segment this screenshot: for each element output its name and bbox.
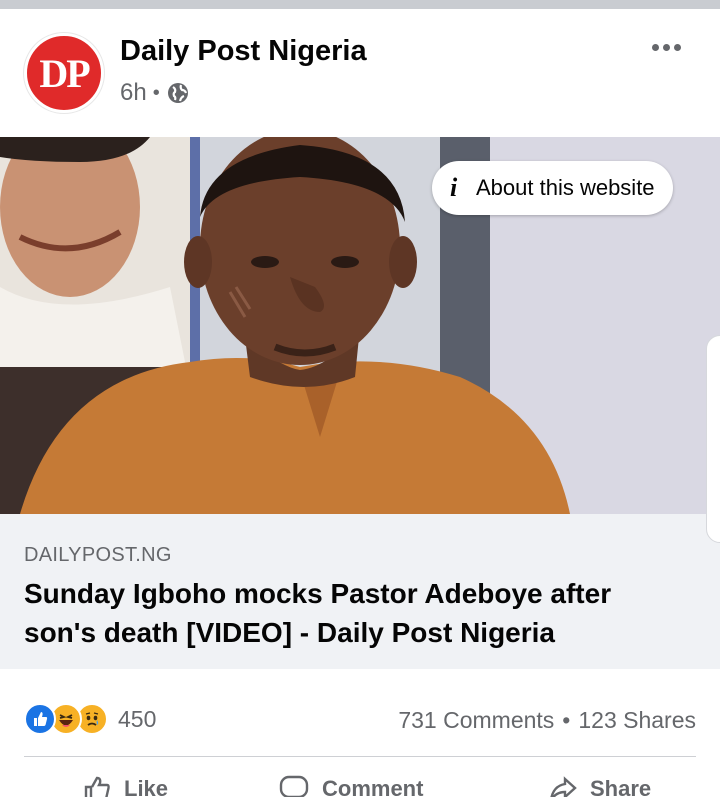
side-scroll-handle[interactable] [706,335,720,543]
post-header: DP Daily Post Nigeria 6h • [0,9,720,137]
avatar-logo-text: DP [39,50,90,96]
reaction-count: 450 [118,705,157,732]
post-time[interactable]: 6h [120,79,147,107]
like-reaction-icon [24,703,56,735]
comment-label: Comment [322,776,424,797]
like-label: Like [124,776,169,797]
more-options-icon[interactable] [644,35,688,59]
link-preview-details[interactable]: DAILYPOST.NG Sunday Igboho mocks Pastor … [0,514,720,669]
share-label: Share [590,776,652,797]
page-avatar[interactable]: DP [24,33,104,113]
comment-button[interactable]: Comment [278,774,423,797]
comments-count[interactable]: 731 Comments [398,707,554,734]
about-this-website-label: About this website [476,175,655,200]
engagement-counts: 731 Comments • 123 Shares [398,707,696,734]
shares-count[interactable]: 123 Shares [578,707,696,734]
stats-separator: • [562,707,571,733]
link-domain: DAILYPOST.NG [24,544,172,566]
globe-icon [166,81,190,105]
meta-separator: • [152,81,160,104]
comment-bubble-icon [278,774,310,797]
share-button[interactable]: Share [548,774,651,797]
link-preview-image[interactable]: i About this website [0,137,720,514]
link-headline[interactable]: Sunday Igboho mocks Pastor Adeboye after… [24,574,684,652]
thumbs-up-icon [82,774,112,797]
actions-divider [24,756,696,757]
page-name[interactable]: Daily Post Nigeria [120,35,367,68]
like-button[interactable]: Like [82,774,168,797]
share-arrow-icon [548,774,578,797]
info-icon: i [450,173,458,202]
top-bar [0,0,720,9]
post-actions: Like Comment Share [0,774,720,797]
post-meta: 6h • [120,79,190,107]
reactions-summary[interactable]: 450 [24,703,156,735]
post-stats: 450 731 Comments • 123 Shares [0,669,720,759]
about-this-website-button[interactable]: i About this website [432,161,673,215]
post-card: DP Daily Post Nigeria 6h • i About this … [0,9,720,797]
